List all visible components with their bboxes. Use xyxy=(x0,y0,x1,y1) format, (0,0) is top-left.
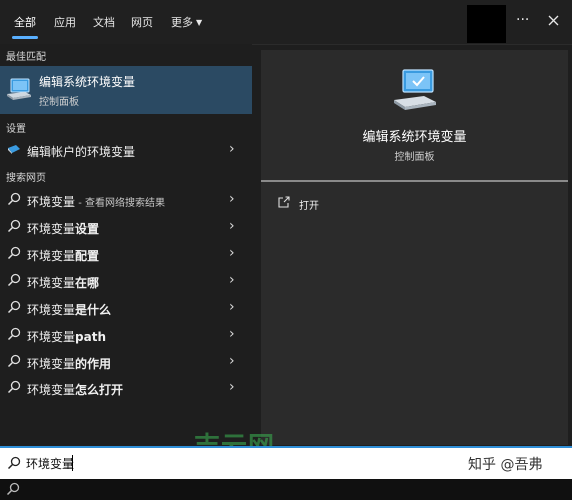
query-text: 环境变量 xyxy=(27,383,76,397)
web-search-item[interactable]: 环境变量在哪 › xyxy=(0,268,252,294)
web-search-item-label: 环境变量设置 xyxy=(27,220,99,237)
query-text: 环境变量 xyxy=(27,357,76,371)
web-search-item-label: 环境变量怎么打开 xyxy=(27,381,123,398)
open-icon xyxy=(278,196,290,208)
web-search-item[interactable]: 环境变量 - 查看网络搜索结果 › xyxy=(0,187,252,213)
section-best-match: 最佳匹配 xyxy=(6,52,46,63)
web-search-item[interactable]: 环境变量设置 › xyxy=(0,214,252,240)
search-flyout: 全部 应用 文档 网页 更多 ▼ ··· 最佳匹配 编辑系统环境变量 控制面板 设… xyxy=(0,0,572,445)
web-search-item-label: 环境变量配置 xyxy=(27,247,99,264)
query-text: 环境变量 xyxy=(27,222,76,236)
computer-icon xyxy=(7,78,31,100)
query-text: 环境变量 xyxy=(27,303,76,317)
open-action[interactable]: 打开 xyxy=(277,194,477,214)
settings-item-user-env[interactable]: 编辑帐户的环境变量 › xyxy=(0,137,252,163)
query-hint: - 查看网络搜索结果 xyxy=(75,198,165,209)
search-icon xyxy=(7,192,21,206)
query-text: 环境变量 xyxy=(27,330,76,344)
web-search-item-label: 环境变量在哪 xyxy=(27,274,99,291)
search-box[interactable]: 知乎 @吾弗 xyxy=(0,446,572,479)
query-text: 环境变量 xyxy=(27,249,76,263)
settings-icon xyxy=(8,145,20,154)
search-icon xyxy=(7,380,21,394)
computer-icon xyxy=(394,69,436,110)
query-suggestion: 在哪 xyxy=(75,276,100,290)
search-icon xyxy=(7,456,21,470)
search-icon xyxy=(7,246,21,260)
query-text: 环境变量 xyxy=(27,276,76,290)
tab-web[interactable]: 网页 xyxy=(131,14,153,30)
query-suggestion: path xyxy=(75,330,106,344)
query-suggestion: 配置 xyxy=(75,249,100,263)
chevron-right-icon[interactable]: › xyxy=(229,299,235,315)
filter-bar: 全部 应用 文档 网页 更多 ▼ ··· xyxy=(0,0,572,45)
best-match-item[interactable]: 编辑系统环境变量 控制面板 xyxy=(0,66,252,114)
search-icon xyxy=(7,219,21,233)
search-icon xyxy=(7,354,21,368)
best-match-title: 编辑系统环境变量 xyxy=(39,75,136,89)
chevron-right-icon[interactable]: › xyxy=(229,218,235,234)
open-action-label: 打开 xyxy=(299,201,319,212)
search-input[interactable] xyxy=(26,452,326,474)
settings-item-label: 编辑帐户的环境变量 xyxy=(27,145,136,159)
avatar[interactable] xyxy=(467,5,506,43)
chevron-right-icon[interactable]: › xyxy=(229,191,235,207)
chevron-right-icon[interactable]: › xyxy=(229,245,235,261)
chevron-down-icon: ▼ xyxy=(196,18,203,27)
web-search-item-label: 环境变量的作用 xyxy=(27,355,111,372)
divider xyxy=(261,180,568,182)
chevron-right-icon[interactable]: › xyxy=(229,379,235,395)
detail-pane: 编辑系统环境变量 控制面板 打开 xyxy=(261,50,568,445)
tab-all[interactable]: 全部 xyxy=(14,14,36,30)
web-search-item[interactable]: 环境变量是什么 › xyxy=(0,295,252,321)
query-suggestion: 是什么 xyxy=(75,303,112,317)
query-suggestion: 怎么打开 xyxy=(75,383,124,397)
query-suggestion: 的作用 xyxy=(75,357,112,371)
tab-apps[interactable]: 应用 xyxy=(54,14,76,30)
web-search-item[interactable]: 环境变量怎么打开 › xyxy=(0,375,252,401)
credit-label: 知乎 @吾弗 xyxy=(468,457,543,473)
query-text: 环境变量 xyxy=(27,195,76,209)
tab-more-label: 更多 xyxy=(171,16,193,29)
ellipsis-icon[interactable]: ··· xyxy=(516,13,529,27)
tab-documents[interactable]: 文档 xyxy=(93,14,115,30)
detail-subtitle: 控制面板 xyxy=(394,152,435,163)
best-match-subtitle: 控制面板 xyxy=(39,97,79,108)
web-search-item[interactable]: 环境变量配置 › xyxy=(0,241,252,267)
web-search-item-label: 环境变量是什么 xyxy=(27,301,111,318)
search-icon[interactable] xyxy=(6,482,20,496)
web-search-item[interactable]: 环境变量的作用 › xyxy=(0,349,252,375)
chevron-right-icon[interactable]: › xyxy=(229,141,235,157)
web-search-item-label: 环境变量 - 查看网络搜索结果 xyxy=(27,193,165,210)
close-icon[interactable] xyxy=(548,15,559,26)
search-icon xyxy=(7,300,21,314)
detail-title: 编辑系统环境变量 xyxy=(362,130,467,145)
text-cursor xyxy=(72,455,73,471)
tab-more[interactable]: 更多 ▼ xyxy=(171,14,202,30)
chevron-right-icon[interactable]: › xyxy=(229,326,235,342)
section-settings: 设置 xyxy=(6,124,26,135)
section-web-search: 搜索网页 xyxy=(6,173,46,184)
chevron-right-icon[interactable]: › xyxy=(229,272,235,288)
query-suggestion: 设置 xyxy=(75,222,100,236)
web-search-item[interactable]: 环境变量path › xyxy=(0,322,252,348)
taskbar xyxy=(0,479,572,500)
search-icon xyxy=(7,327,21,341)
search-icon xyxy=(7,273,21,287)
results-list: 最佳匹配 编辑系统环境变量 控制面板 设置 编辑帐户的环境变量 › 搜索网页 环… xyxy=(0,44,252,445)
active-tab-indicator xyxy=(12,36,38,39)
chevron-right-icon[interactable]: › xyxy=(229,353,235,369)
web-search-item-label: 环境变量path xyxy=(27,328,106,345)
